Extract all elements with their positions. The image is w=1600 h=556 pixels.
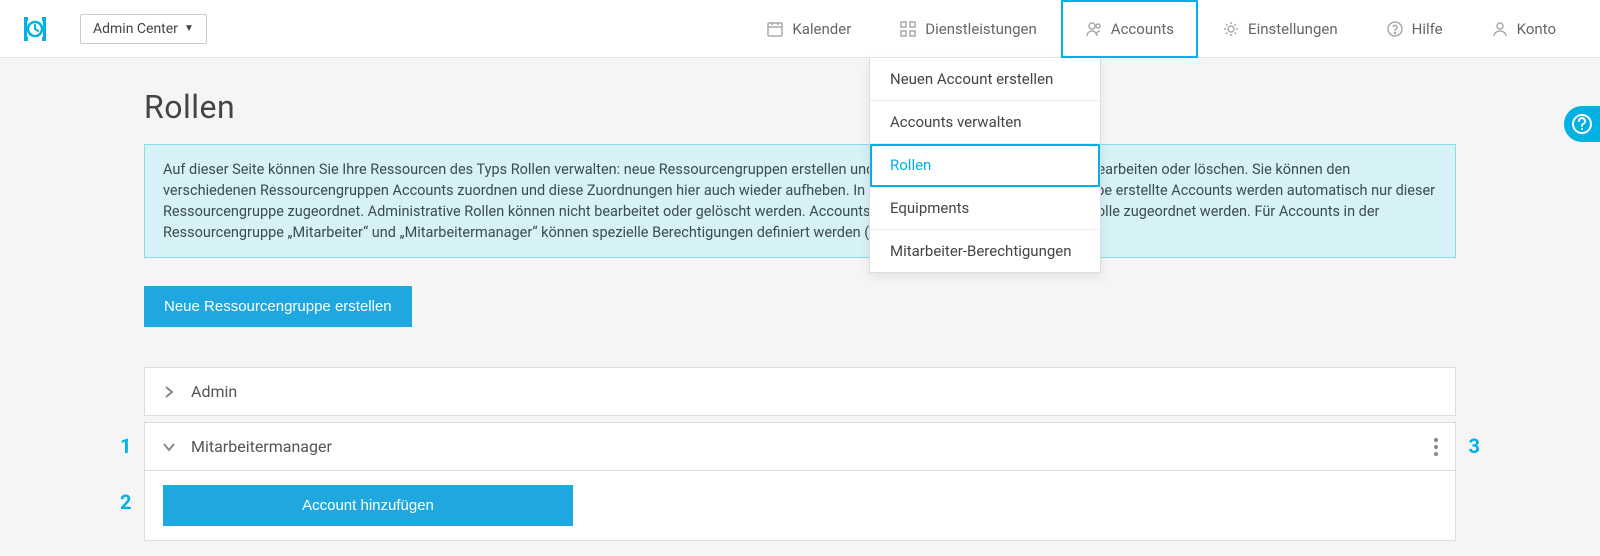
nav-konto[interactable]: Konto: [1467, 0, 1580, 58]
nav-einstellungen-label: Einstellungen: [1248, 20, 1338, 38]
annotation-2: 2: [120, 490, 131, 514]
group-admin-header[interactable]: Admin: [145, 368, 1455, 415]
page-title: Rollen: [144, 88, 1456, 126]
add-account-button[interactable]: Account hinzufügen: [163, 485, 573, 526]
dropdown-new-account[interactable]: Neuen Account erstellen: [870, 58, 1100, 101]
nav-dienstleistungen-label: Dienstleistungen: [925, 20, 1037, 38]
nav-accounts-label: Accounts: [1111, 20, 1174, 38]
group-manager-body: Account hinzufügen: [145, 470, 1455, 540]
nav-hilfe[interactable]: Hilfe: [1362, 0, 1467, 58]
annotation-3: 3: [1469, 434, 1480, 458]
admin-center-dropdown[interactable]: Admin Center ▼: [80, 14, 207, 44]
app-logo: [20, 14, 50, 44]
nav-konto-label: Konto: [1517, 20, 1556, 38]
dropdown-employee-permissions[interactable]: Mitarbeiter-Berechtigungen: [870, 230, 1100, 272]
grid-icon: [899, 20, 917, 38]
nav-kalender[interactable]: Kalender: [742, 0, 875, 58]
annotation-1: 1: [120, 434, 131, 458]
dropdown-manage-accounts[interactable]: Accounts verwalten: [870, 101, 1100, 144]
topbar: Admin Center ▼ Kalender Dienstleistungen…: [0, 0, 1600, 58]
nav-kalender-label: Kalender: [792, 20, 851, 38]
nav-einstellungen[interactable]: Einstellungen: [1198, 0, 1362, 58]
kebab-menu-icon[interactable]: [1433, 437, 1439, 462]
dropdown-equipments[interactable]: Equipments: [870, 187, 1100, 230]
gear-icon: [1222, 20, 1240, 38]
admin-center-label: Admin Center: [93, 21, 178, 37]
caret-down-icon: ▼: [184, 23, 194, 34]
accounts-dropdown: Neuen Account erstellen Accounts verwalt…: [869, 58, 1101, 273]
users-icon: [1085, 20, 1103, 38]
question-icon: [1571, 113, 1593, 135]
group-manager-label: Mitarbeitermanager: [191, 437, 332, 456]
create-resource-group-button[interactable]: Neue Ressourcengruppe erstellen: [144, 286, 412, 327]
calendar-icon: [766, 20, 784, 38]
user-icon: [1491, 20, 1509, 38]
chevron-right-icon: [163, 386, 177, 398]
clock-logo-icon: [20, 14, 50, 44]
nav-dienstleistungen[interactable]: Dienstleistungen: [875, 0, 1061, 58]
dropdown-roles[interactable]: Rollen: [870, 144, 1100, 187]
group-admin-label: Admin: [191, 382, 237, 401]
group-admin: Admin: [144, 367, 1456, 416]
group-manager-header[interactable]: Mitarbeitermanager: [145, 423, 1455, 470]
help-icon: [1386, 20, 1404, 38]
help-bubble[interactable]: [1564, 106, 1600, 142]
group-manager: Mitarbeitermanager Account hinzufügen: [144, 422, 1456, 541]
page-content: Rollen Auf dieser Seite können Sie Ihre …: [144, 58, 1456, 541]
chevron-down-icon: [163, 441, 177, 453]
info-box: Auf dieser Seite können Sie Ihre Ressour…: [144, 144, 1456, 258]
main-nav: Kalender Dienstleistungen Accounts Einst…: [742, 0, 1580, 58]
nav-hilfe-label: Hilfe: [1412, 20, 1443, 38]
nav-accounts[interactable]: Accounts: [1061, 0, 1198, 58]
